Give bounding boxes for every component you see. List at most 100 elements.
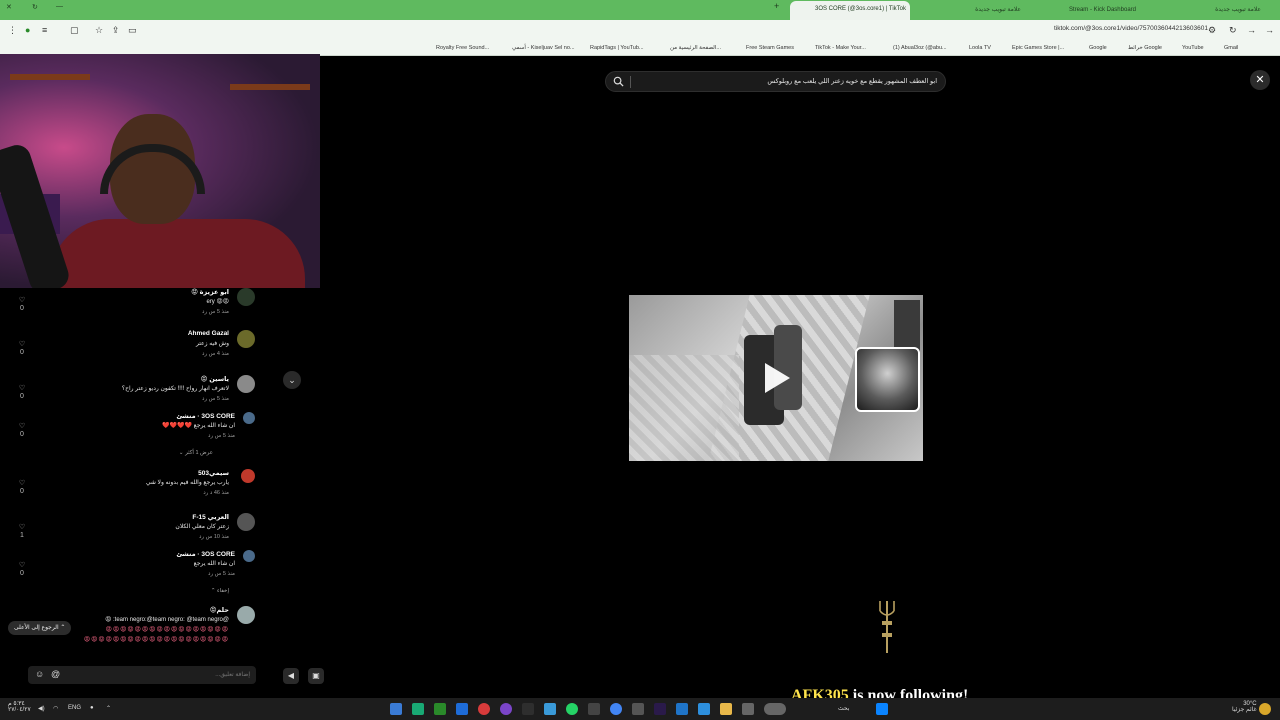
bookmark-star-icon[interactable]: ☆ bbox=[95, 25, 103, 36]
reload-icon[interactable]: ↻ bbox=[1229, 25, 1237, 36]
new-tab-button[interactable]: + bbox=[774, 1, 779, 11]
bookmark-item[interactable]: Free Steam Games bbox=[746, 45, 794, 51]
more-menu-icon[interactable]: ⋮ bbox=[8, 25, 17, 36]
scroll-down-button[interactable]: ⌄ bbox=[283, 371, 301, 389]
tab-new-tab-1[interactable]: علامة تبويب جديدة bbox=[1160, 2, 1265, 18]
tab-tiktok-active[interactable]: 3OS CORE (@3os.core1) | TikTok bbox=[790, 1, 910, 20]
comment-author[interactable]: 3OS CORE · منشئ bbox=[176, 412, 235, 420]
taskbar-app-icon[interactable] bbox=[478, 703, 490, 715]
bookmark-item[interactable]: الصفحة الرئيسية من... bbox=[670, 45, 721, 51]
comment-author[interactable]: حلم😡 bbox=[210, 606, 229, 614]
taskbar-app-icon[interactable] bbox=[632, 703, 644, 715]
taskbar-app-icon[interactable] bbox=[412, 703, 424, 715]
taskbar-app-icon[interactable] bbox=[434, 703, 446, 715]
browser-tab-bar: ✕ ↻ — علامة تبويب جديدة Stream - Kick Da… bbox=[0, 0, 1280, 20]
window-menu-icon[interactable]: ✕ bbox=[6, 3, 12, 11]
like-button[interactable]: ♡ 0 bbox=[16, 422, 28, 438]
clip-button[interactable]: ▣ bbox=[308, 668, 324, 684]
minimize-icon[interactable]: — bbox=[56, 3, 63, 10]
back-icon[interactable]: → bbox=[1265, 25, 1274, 35]
back-to-top-button[interactable]: الرجوع إلى الأعلى ⌃ bbox=[8, 621, 72, 635]
bookmark-item[interactable]: Gmail bbox=[1224, 45, 1238, 51]
avatar[interactable] bbox=[243, 412, 255, 424]
like-button[interactable]: ♡ 0 bbox=[16, 561, 28, 577]
avatar[interactable] bbox=[237, 288, 255, 306]
mention-icon[interactable]: @ bbox=[51, 669, 60, 679]
taskbar-app-icon[interactable] bbox=[676, 703, 688, 715]
extension-icon[interactable]: ● bbox=[25, 25, 30, 35]
like-button[interactable]: ♡ 0 bbox=[16, 384, 28, 400]
taskbar-app-icon[interactable] bbox=[390, 703, 402, 715]
bookmark-item[interactable]: YouTube bbox=[1182, 45, 1204, 51]
tab-kick-dashboard[interactable]: Stream - Kick Dashboard bbox=[1030, 2, 1140, 18]
extension-2-icon[interactable]: ≡ bbox=[42, 25, 47, 35]
taskbar-app-icon[interactable] bbox=[544, 703, 556, 715]
bookmark-item[interactable]: Royalty Free Sound... bbox=[436, 45, 489, 51]
bookmark-item[interactable]: Google bbox=[1089, 45, 1107, 51]
bookmark-item[interactable]: Epic Games Store |... bbox=[1012, 45, 1064, 51]
widget-icon[interactable] bbox=[764, 703, 786, 715]
start-icon[interactable] bbox=[876, 703, 888, 715]
volume-tray-icon[interactable]: ◀︎) bbox=[38, 705, 45, 712]
avatar[interactable] bbox=[241, 469, 255, 483]
bookmark-item[interactable]: أسمي - Kiseljuav Sel no... bbox=[512, 45, 575, 51]
taskbar-app-icon[interactable] bbox=[588, 703, 600, 715]
comment-author[interactable]: العربي F-15 bbox=[192, 513, 229, 521]
bookmark-item[interactable]: Loola TV bbox=[969, 45, 991, 51]
file-explorer-icon[interactable] bbox=[720, 703, 732, 715]
bookmark-item[interactable]: RapidTags | YouTub... bbox=[590, 45, 644, 51]
hide-replies[interactable]: إخفاء ⌃ bbox=[211, 588, 229, 594]
bookmark-item[interactable]: TikTok - Make Your... bbox=[815, 45, 866, 51]
comment-author[interactable]: ياسين 😡 bbox=[201, 375, 229, 383]
taskbar-app-icon[interactable] bbox=[698, 703, 710, 715]
bookmark-item[interactable]: خرائط Google bbox=[1128, 45, 1162, 51]
taskbar-app-icon[interactable] bbox=[522, 703, 534, 715]
view-more-replies[interactable]: عرض 1 أكثر ⌄ bbox=[179, 450, 213, 456]
share-icon[interactable]: ⇪ bbox=[112, 25, 120, 36]
chrome-icon[interactable] bbox=[610, 703, 622, 715]
clock[interactable]: ٥:٣٤ م ٢٧/٠٤/٢٧ bbox=[8, 701, 31, 713]
tab-new-tab-2[interactable]: علامة تبويب جديدة bbox=[920, 2, 1025, 18]
like-button[interactable]: ♡ 0 bbox=[16, 340, 28, 356]
emoji-icon[interactable]: ☺ bbox=[35, 669, 44, 679]
like-button[interactable]: ♡ 0 bbox=[16, 479, 28, 495]
like-button[interactable]: ♡ 1 bbox=[16, 523, 28, 539]
weather-widget[interactable]: 30°C غائم جزئيا bbox=[1232, 701, 1257, 713]
mic-tray-icon[interactable]: ● bbox=[90, 705, 94, 711]
address-bar[interactable]: tiktok.com/@3os.core1/video/757003604421… bbox=[1054, 25, 1208, 32]
close-button[interactable]: ✕ bbox=[1250, 70, 1270, 90]
comment-author[interactable]: 3OS CORE · منشئ bbox=[176, 550, 235, 558]
language-indicator[interactable]: ENG bbox=[68, 705, 81, 711]
comment-item: سيمي503 يارب يرجع والله فيم بدونه ولا شي… bbox=[15, 469, 255, 497]
forward-icon[interactable]: → bbox=[1247, 25, 1256, 35]
taskbar-app-icon[interactable] bbox=[456, 703, 468, 715]
avatar[interactable] bbox=[237, 330, 255, 348]
comment-input[interactable] bbox=[100, 669, 250, 681]
play-icon[interactable] bbox=[765, 363, 790, 393]
tray-expand-icon[interactable]: ⌃ bbox=[106, 705, 111, 712]
comment-author[interactable]: سيمي503 bbox=[198, 469, 229, 477]
avatar[interactable] bbox=[237, 375, 255, 393]
bookmark-item[interactable]: (1) Abual3oz (@abu... bbox=[893, 45, 947, 51]
chevron-down-icon: ⌄ bbox=[288, 375, 296, 385]
reader-icon[interactable]: ▢ bbox=[70, 25, 79, 36]
like-button[interactable]: ♡ 0 bbox=[16, 296, 28, 312]
wifi-tray-icon[interactable]: ◠ bbox=[53, 705, 58, 712]
site-settings-icon[interactable]: ⚙ bbox=[1208, 25, 1216, 36]
volume-button[interactable]: ◀︎ bbox=[283, 668, 299, 684]
taskbar-app-icon[interactable] bbox=[500, 703, 512, 715]
comment-author[interactable]: ابو عزيزة 😡 bbox=[191, 288, 229, 296]
search-bar[interactable]: ابو العطف المشهور يقطع مع خويه زعتر اللي… bbox=[605, 71, 946, 92]
premiere-icon[interactable] bbox=[654, 703, 666, 715]
task-view-icon[interactable] bbox=[742, 703, 754, 715]
avatar[interactable] bbox=[237, 513, 255, 531]
search-query[interactable]: ابو العطف المشهور يقطع مع خويه زعتر اللي… bbox=[767, 77, 937, 85]
search-icon[interactable] bbox=[613, 76, 624, 87]
avatar[interactable] bbox=[243, 550, 255, 562]
comment-author[interactable]: Ahmed Gazal bbox=[188, 330, 229, 337]
whatsapp-icon[interactable] bbox=[566, 703, 578, 715]
screen-icon[interactable]: ▭ bbox=[128, 25, 137, 36]
refresh-icon[interactable]: ↻ bbox=[32, 3, 38, 11]
taskbar-search[interactable]: بحث bbox=[838, 705, 849, 712]
avatar[interactable] bbox=[237, 606, 255, 624]
